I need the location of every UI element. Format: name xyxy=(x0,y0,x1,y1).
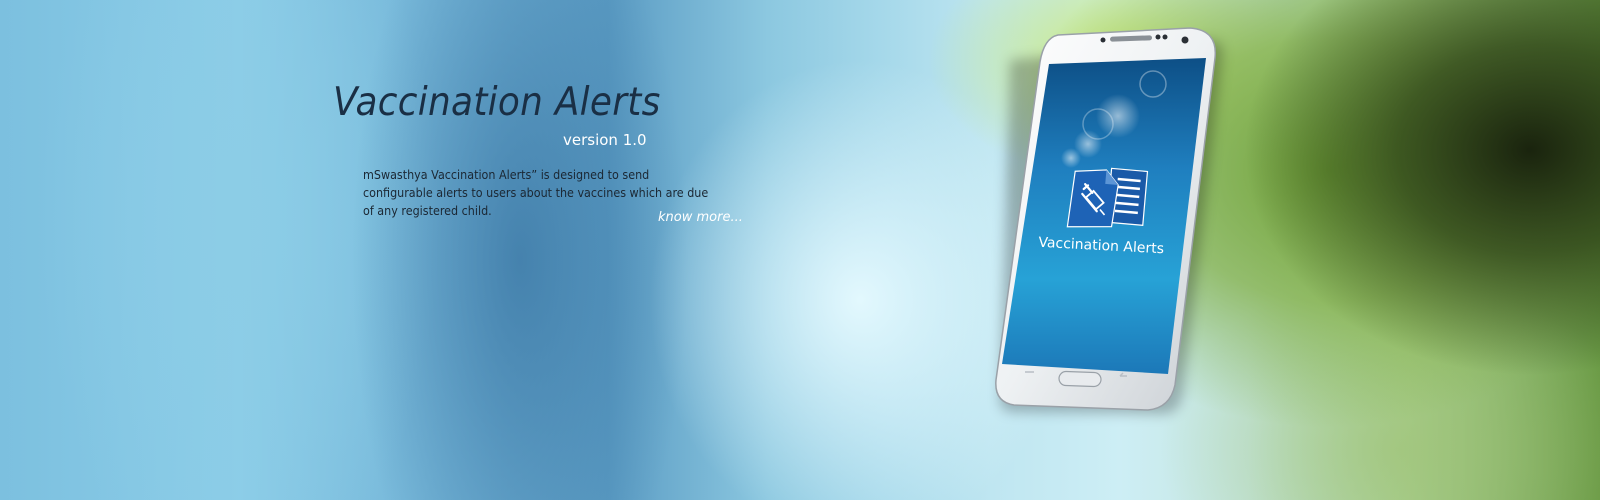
home-button xyxy=(1058,370,1102,388)
hero-banner: Vaccination Alerts version 1.0 mSwasthya… xyxy=(0,0,1600,500)
document-syringe-icon xyxy=(1066,167,1149,228)
phone-camera xyxy=(1181,36,1189,44)
bokeh-bubble xyxy=(1061,148,1081,168)
phone-illustration: Vaccination Alerts xyxy=(995,27,1223,414)
phone-sensor xyxy=(1162,34,1168,40)
bokeh-bubble xyxy=(1096,94,1140,138)
phone-sensor xyxy=(1100,37,1106,43)
phone-sensor xyxy=(1155,34,1161,40)
